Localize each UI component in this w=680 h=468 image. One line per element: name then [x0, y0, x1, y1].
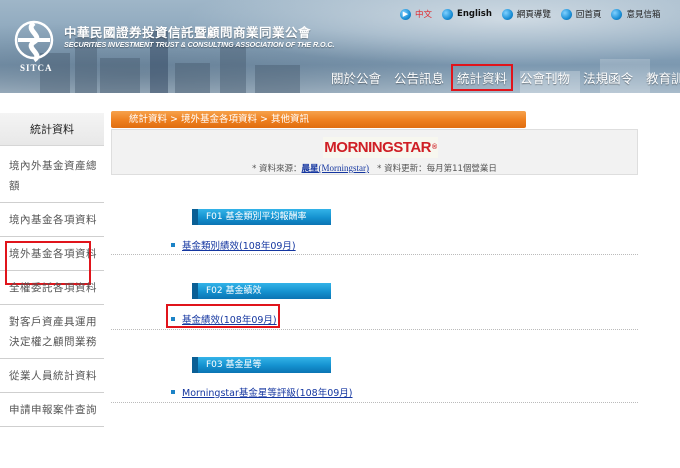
divider [111, 329, 638, 330]
skyline-decoration [175, 63, 210, 93]
arrow-right-icon: ▶ [400, 8, 411, 20]
site-header: SITCA 中華民國證券投資信託暨顧問商業同業公會 SECURITIES INV… [0, 0, 680, 93]
link-fund-performance[interactable]: 基金績效(108年09月) [182, 312, 277, 326]
sidebar-item-applications[interactable]: 申請申報案件查詢 [0, 393, 104, 427]
section-header-f02: F02 基金績效 [192, 283, 331, 299]
source-prefix: * 資料來源： [252, 164, 302, 174]
source-link-morningstar-en[interactable]: (Morningstar) [319, 163, 370, 173]
skyline-decoration [255, 65, 300, 93]
nav-statistics[interactable]: 統計資料 [451, 63, 514, 91]
list-item: Morningstar基金星等評級(108年09月) [171, 385, 353, 399]
toplink-home[interactable]: 回首頁 [560, 8, 602, 20]
nav-about[interactable]: 關於公會 [326, 65, 386, 90]
breadcrumb: 統計資料 > 境外基金各項資料 > 其他資訊 [111, 111, 526, 128]
toplink-label: 網頁導覽 [516, 10, 551, 20]
nav-training[interactable]: 教育訓練 [641, 65, 680, 90]
sidebar-item-total-assets[interactable]: 境內外基金資產總額 [0, 149, 104, 203]
registered-mark: ® [432, 144, 437, 151]
section-header-f01: F01 基金類別平均報酬率 [192, 209, 331, 225]
sidebar-item-personnel[interactable]: 從業人員統計資料 [0, 359, 104, 393]
square-bullet-icon [171, 317, 175, 321]
nav-publications[interactable]: 公會刊物 [515, 65, 575, 90]
data-source-panel: MORNINGSTAR ® * 資料來源：晨星(Morningstar) * 資料… [111, 129, 638, 175]
toplink-chinese[interactable]: ▶ 中文 [400, 8, 432, 20]
sidebar-item-domestic-funds[interactable]: 境內基金各項資料 [0, 203, 104, 237]
bullet-dot-icon [501, 8, 513, 20]
morningstar-logo-text: MORNINGSTAR [324, 139, 432, 156]
morningstar-logo: MORNINGSTAR ® [323, 137, 438, 158]
nav-regulations[interactable]: 法規函令 [578, 65, 638, 90]
toplink-label: English [457, 9, 492, 19]
skyline-decoration [100, 58, 140, 93]
toplink-label: 意見信箱 [626, 10, 661, 20]
toplink-english[interactable]: English [442, 8, 492, 20]
sidebar-item-offshore-funds[interactable]: 境外基金各項資料 [0, 237, 104, 285]
nav-announcements[interactable]: 公告訊息 [389, 65, 449, 90]
sidebar-item-discretionary[interactable]: 全權委託各項資料 [0, 271, 104, 305]
link-category-performance[interactable]: 基金類別績效(108年09月) [182, 238, 296, 252]
update-schedule: * 資料更新：每月第11個營業日 [377, 164, 497, 174]
toplink-feedback[interactable]: 意見信箱 [611, 8, 660, 20]
square-bullet-icon [171, 390, 175, 394]
source-line: * 資料來源：晨星(Morningstar) * 資料更新：每月第11個營業日 [112, 162, 637, 174]
sidebar: 統計資料 境內外基金資產總額 境內基金各項資料 境外基金各項資料 全權委託各項資… [0, 113, 104, 427]
toplink-label: 中文 [415, 10, 433, 20]
toplink-label: 回首頁 [575, 10, 602, 20]
sidebar-item-advisory[interactable]: 對客戶資產具運用決定權之顧問業務 [0, 305, 104, 359]
list-item: 基金績效(108年09月) [171, 312, 277, 326]
section-header-f03: F03 基金星等 [192, 357, 331, 373]
bullet-dot-icon [442, 8, 454, 20]
sidebar-title: 統計資料 [0, 113, 104, 146]
toplink-sitemap[interactable]: 網頁導覽 [501, 8, 551, 20]
link-star-rating[interactable]: Morningstar基金星等評級(108年09月) [182, 385, 353, 399]
square-bullet-icon [171, 243, 175, 247]
sitca-logo-icon[interactable] [14, 20, 54, 64]
divider [111, 402, 638, 403]
skyline-decoration [220, 45, 246, 93]
org-name-zh: 中華民國證券投資信託暨顧問商業同業公會 [64, 25, 312, 40]
bullet-dot-icon [611, 8, 623, 20]
top-utility-links: ▶ 中文 English 網頁導覽 回首頁 意見信箱 [400, 7, 670, 21]
bullet-dot-icon [560, 8, 572, 20]
source-link-morningstar[interactable]: 晨星 [302, 164, 319, 174]
logo-text: SITCA [20, 63, 53, 73]
list-item: 基金類別績效(108年09月) [171, 238, 296, 252]
divider [111, 254, 638, 255]
org-name-en: SECURITIES INVESTMENT TRUST & CONSULTING… [64, 40, 335, 49]
main-nav: 關於公會 公告訊息 統計資料 公會刊物 法規函令 教育訓練 [326, 63, 680, 91]
